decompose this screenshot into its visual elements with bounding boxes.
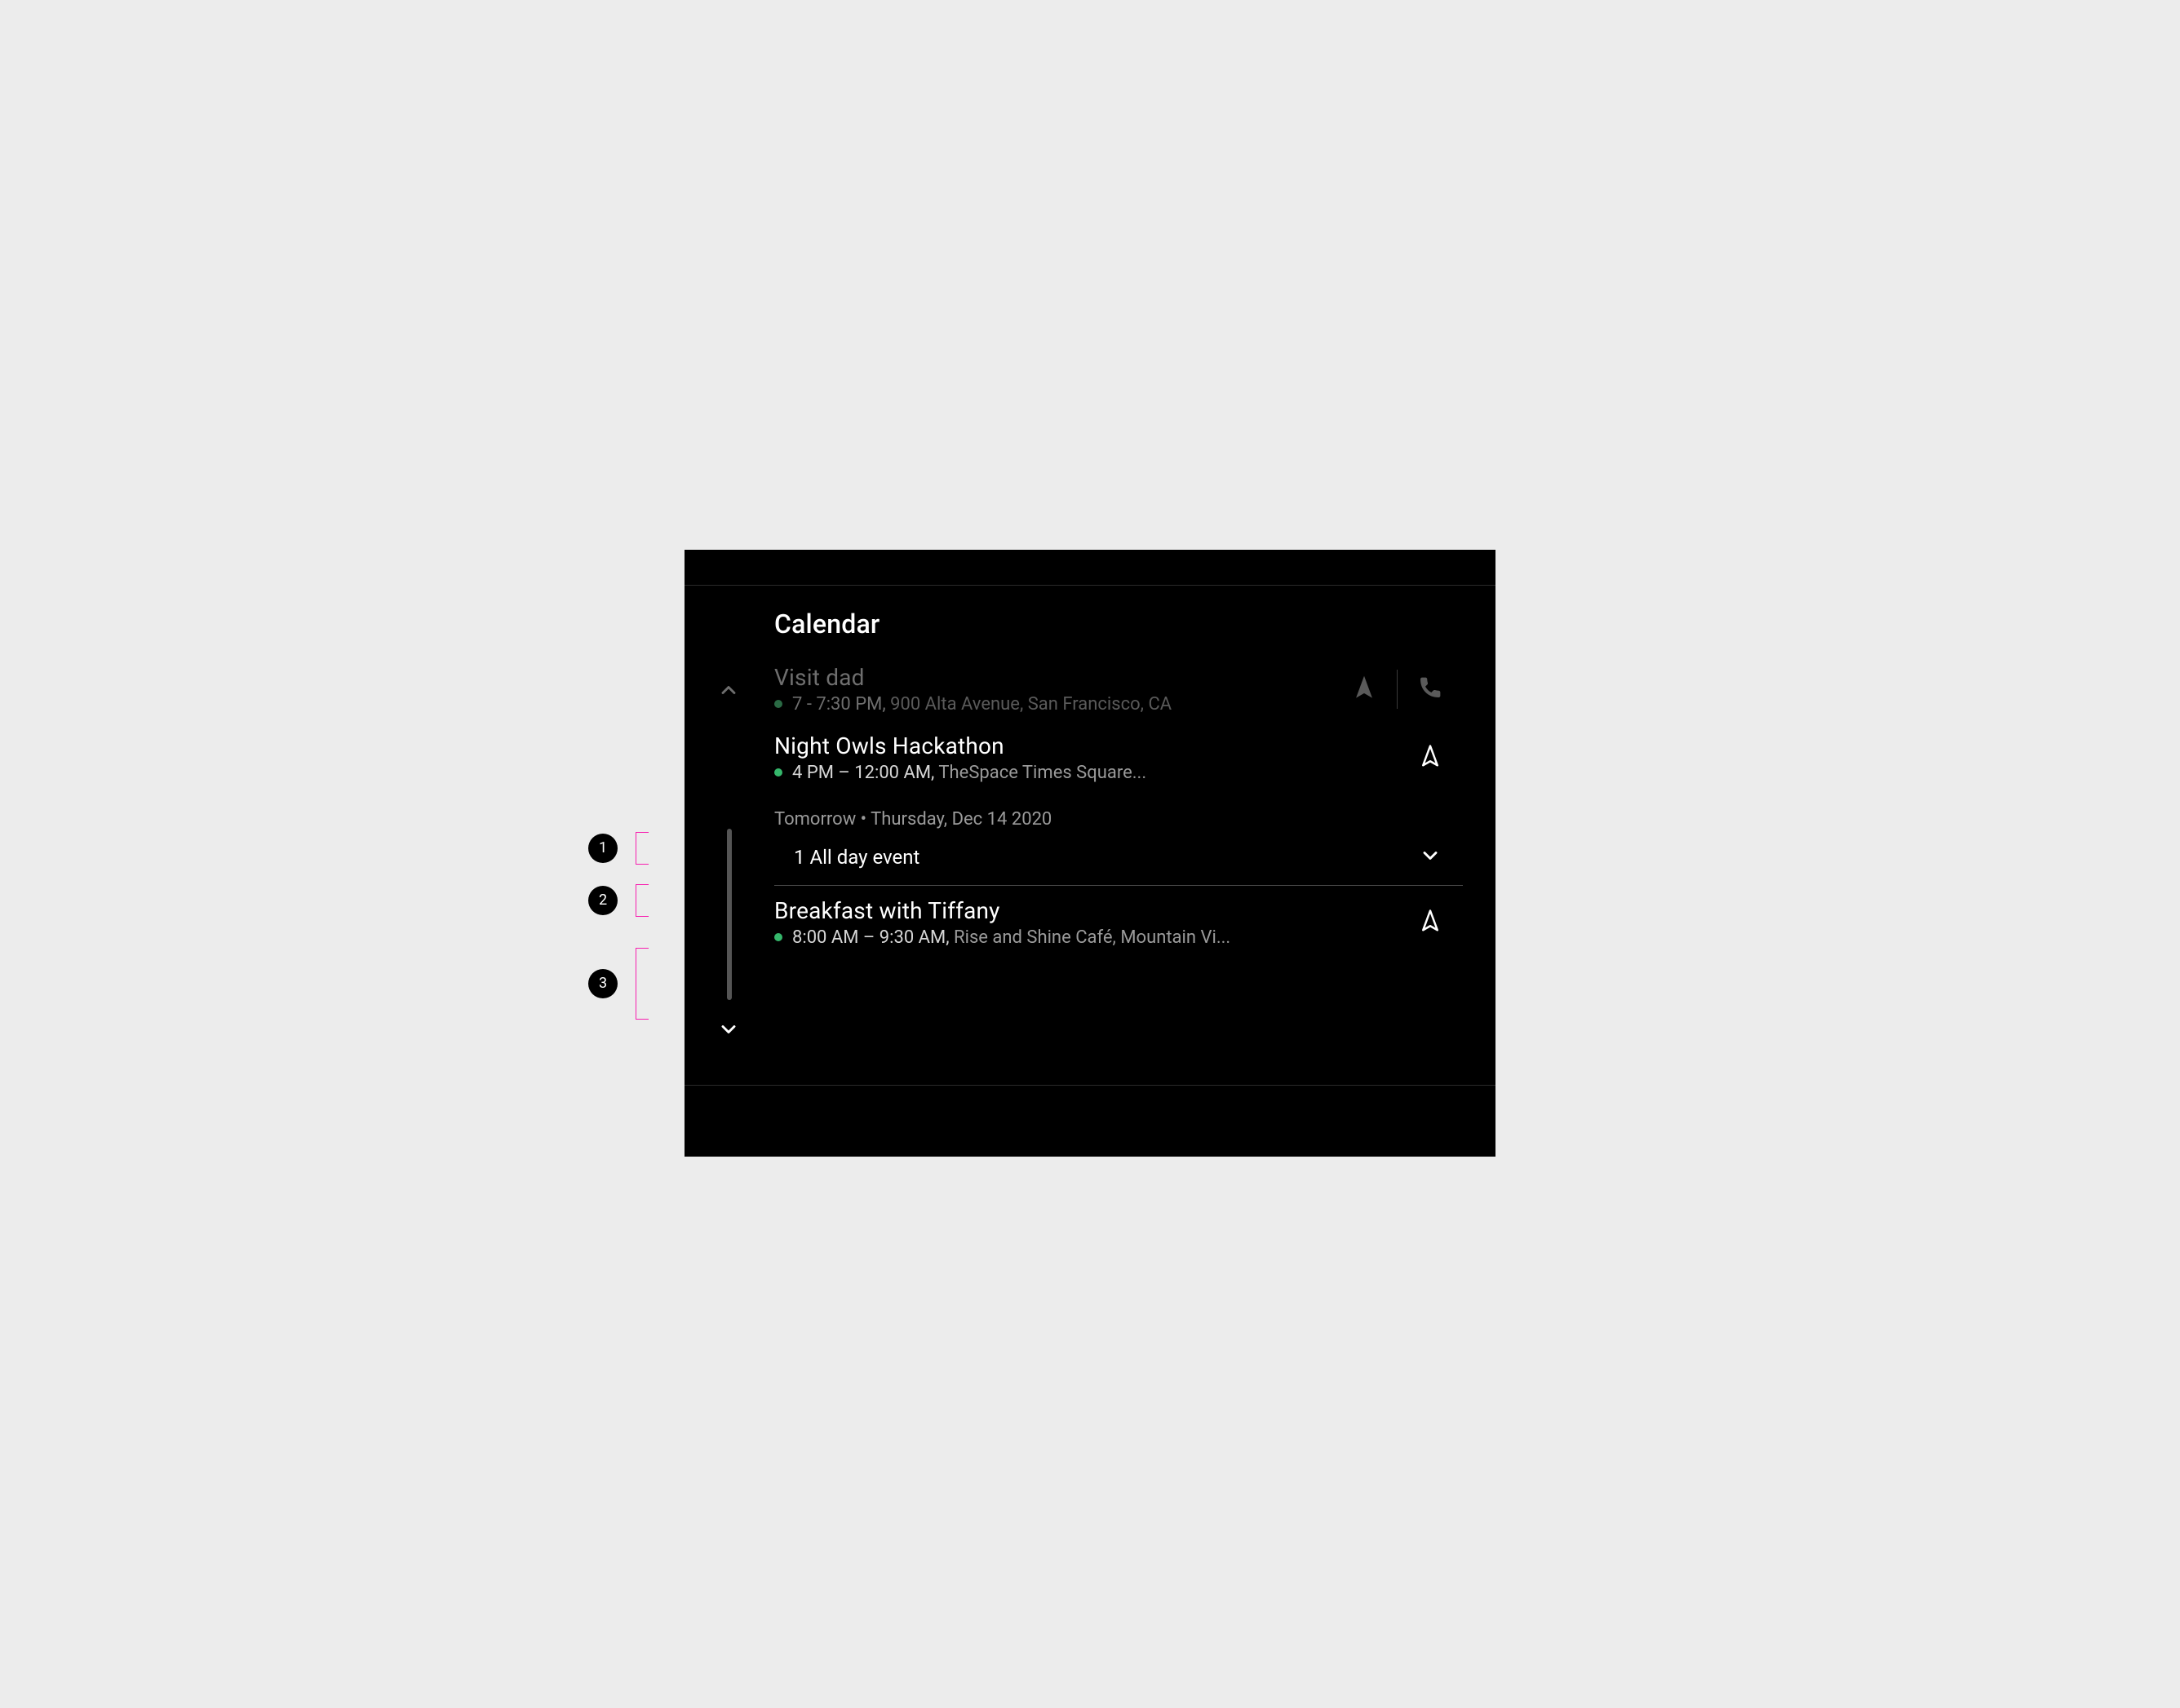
navigation-icon	[1352, 675, 1376, 703]
event-subtitle: 7 - 7:30 PM, 900 Alta Avenue, San Franci…	[774, 694, 1331, 715]
annotation-badge: 1	[588, 834, 618, 863]
event-subtitle: 4 PM – 12:00 AM, TheSpace Times Square..…	[774, 763, 1398, 783]
event-info: Breakfast with Tiffany 8:00 AM – 9:30 AM…	[774, 897, 1398, 948]
calendar-color-dot	[774, 700, 782, 708]
event-title: Breakfast with Tiffany	[774, 897, 1398, 924]
nav-bar	[685, 1085, 1495, 1157]
content-area: Calendar Visit dad 7 - 7:30 PM, 900 Alta…	[685, 586, 1495, 1085]
annotation-2: 2	[588, 884, 649, 917]
chevron-down-icon	[1419, 844, 1442, 870]
scroll-down-button[interactable]	[714, 1016, 743, 1046]
event-actions	[1398, 901, 1463, 944]
annotation-bracket	[636, 884, 649, 917]
event-location: Rise and Shine Café, Mountain Vi...	[954, 927, 1230, 948]
event-title: Night Owls Hackathon	[774, 732, 1398, 759]
navigate-button[interactable]	[1398, 901, 1463, 944]
day-section-header: Tomorrow • Thursday, Dec 14 2020	[774, 809, 1463, 830]
chevron-up-icon	[717, 679, 740, 705]
all-day-label: 1 All day event	[774, 846, 1398, 869]
event-subtitle: 8:00 AM – 9:30 AM, Rise and Shine Café, …	[774, 927, 1398, 948]
annotation-3: 3	[588, 948, 649, 1020]
calendar-color-dot	[774, 933, 782, 941]
event-time: 7 - 7:30 PM,	[792, 694, 886, 715]
device-frame: Calendar Visit dad 7 - 7:30 PM, 900 Alta…	[685, 550, 1495, 1157]
navigate-button[interactable]	[1331, 668, 1397, 710]
scroll-up-button[interactable]	[714, 677, 743, 706]
navigation-icon	[1418, 909, 1442, 936]
event-time: 8:00 AM – 9:30 AM,	[792, 927, 950, 948]
scroll-column	[685, 586, 774, 1085]
all-day-events-row[interactable]: 1 All day event	[774, 844, 1463, 886]
event-title: Visit dad	[774, 664, 1331, 691]
event-info: Visit dad 7 - 7:30 PM, 900 Alta Avenue, …	[774, 664, 1331, 715]
phone-icon	[1418, 675, 1442, 703]
scrollbar-track[interactable]	[727, 829, 732, 1000]
navigation-icon	[1418, 744, 1442, 772]
event-actions	[1398, 737, 1463, 779]
calendar-list: Calendar Visit dad 7 - 7:30 PM, 900 Alta…	[774, 586, 1495, 1085]
calendar-event[interactable]: Night Owls Hackathon 4 PM – 12:00 AM, Th…	[774, 732, 1463, 783]
annotation-badge: 2	[588, 886, 618, 915]
event-time: 4 PM – 12:00 AM,	[792, 763, 934, 783]
annotation-bracket	[636, 948, 649, 1020]
calendar-color-dot	[774, 768, 782, 777]
event-location: 900 Alta Avenue, San Francisco, CA	[890, 694, 1172, 715]
event-info: Night Owls Hackathon 4 PM – 12:00 AM, Th…	[774, 732, 1398, 783]
annotation-1: 1	[588, 832, 649, 865]
expand-button[interactable]	[1398, 844, 1463, 870]
status-bar	[685, 550, 1495, 586]
event-actions	[1331, 668, 1463, 710]
annotation-bracket	[636, 832, 649, 865]
event-location: TheSpace Times Square...	[938, 763, 1146, 783]
annotation-badge: 3	[588, 969, 618, 998]
calendar-event-past[interactable]: Visit dad 7 - 7:30 PM, 900 Alta Avenue, …	[774, 664, 1463, 715]
chevron-down-icon	[717, 1018, 740, 1044]
navigate-button[interactable]	[1398, 737, 1463, 779]
call-button[interactable]	[1398, 668, 1463, 710]
calendar-event[interactable]: Breakfast with Tiffany 8:00 AM – 9:30 AM…	[774, 897, 1463, 948]
page-title: Calendar	[774, 608, 1463, 639]
